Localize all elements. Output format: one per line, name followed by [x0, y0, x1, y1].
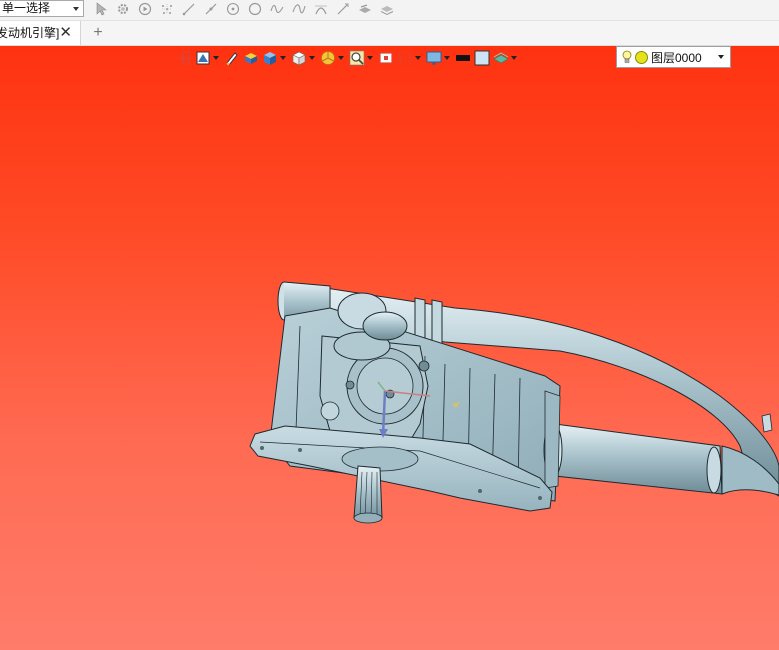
selection-filter-dropdown[interactable]: 单一选择 [0, 0, 84, 17]
pen-icon[interactable] [224, 47, 240, 69]
layer-name-label: 图层0000 [651, 50, 702, 65]
white-cube-icon[interactable] [291, 47, 317, 69]
circle-snap-icon[interactable] [244, 0, 266, 18]
chevron-down-icon[interactable] [415, 56, 421, 60]
exit-icon[interactable] [176, 47, 192, 69]
chevron-down-icon[interactable] [280, 56, 286, 60]
select-arrow-icon[interactable] [90, 0, 112, 18]
close-icon[interactable]: ✕ [59, 21, 72, 44]
fit-view-icon[interactable] [378, 47, 394, 69]
selection-toolbar: 单一选择 [0, 0, 779, 21]
layer-hide-icon[interactable] [354, 0, 376, 18]
layer-selector-dropdown[interactable]: 图层0000 [616, 46, 731, 68]
view-toolbar [176, 47, 522, 69]
layer-color-icon[interactable] [635, 50, 648, 64]
chevron-down-icon[interactable] [309, 56, 315, 60]
point-cloud-icon[interactable] [156, 0, 178, 18]
tangent-snap-icon[interactable] [332, 0, 354, 18]
gear-filter-icon[interactable] [112, 0, 134, 18]
monitor-display-icon[interactable] [426, 47, 452, 69]
center-snap-icon[interactable] [222, 0, 244, 18]
render-mode-icon[interactable] [195, 47, 221, 69]
play-circle-icon[interactable] [134, 0, 156, 18]
clip-plane-icon[interactable] [397, 47, 423, 69]
spline-snap-icon[interactable] [288, 0, 310, 18]
chevron-down-icon[interactable] [338, 56, 344, 60]
line-snap-icon[interactable] [178, 0, 200, 18]
endpoint-snap-icon[interactable] [200, 0, 222, 18]
document-tab[interactable]: 发动机引擎] ✕ [0, 21, 81, 45]
document-tab-label: 发动机引擎] [0, 26, 60, 40]
light-bulb-icon[interactable] [622, 50, 632, 64]
chevron-down-icon[interactable] [444, 56, 450, 60]
new-tab-button[interactable]: + [90, 21, 106, 45]
document-tab-bar: 发动机引擎] ✕ + [0, 21, 779, 46]
arc-snap-icon[interactable] [310, 0, 332, 18]
light-color-swatch[interactable] [474, 47, 490, 69]
layer-plane-icon[interactable] [493, 47, 519, 69]
shaded-box-icon[interactable] [243, 47, 259, 69]
zoom-window-icon[interactable] [349, 47, 375, 69]
black-color-swatch[interactable] [455, 47, 471, 69]
solid-cube-icon[interactable] [262, 47, 288, 69]
chevron-down-icon[interactable] [511, 56, 517, 60]
curve-snap-icon[interactable] [266, 0, 288, 18]
selection-filter-value: 单一选择 [2, 1, 51, 15]
chevron-down-icon [73, 7, 79, 11]
engine-3d-model[interactable] [0, 46, 779, 650]
pie-section-icon[interactable] [320, 47, 346, 69]
layer-stack-icon[interactable] [376, 0, 398, 18]
chevron-down-icon[interactable] [213, 56, 219, 60]
chevron-down-icon [718, 55, 724, 59]
3d-viewport[interactable]: 图层0000 [0, 46, 779, 650]
chevron-down-icon[interactable] [367, 56, 373, 60]
